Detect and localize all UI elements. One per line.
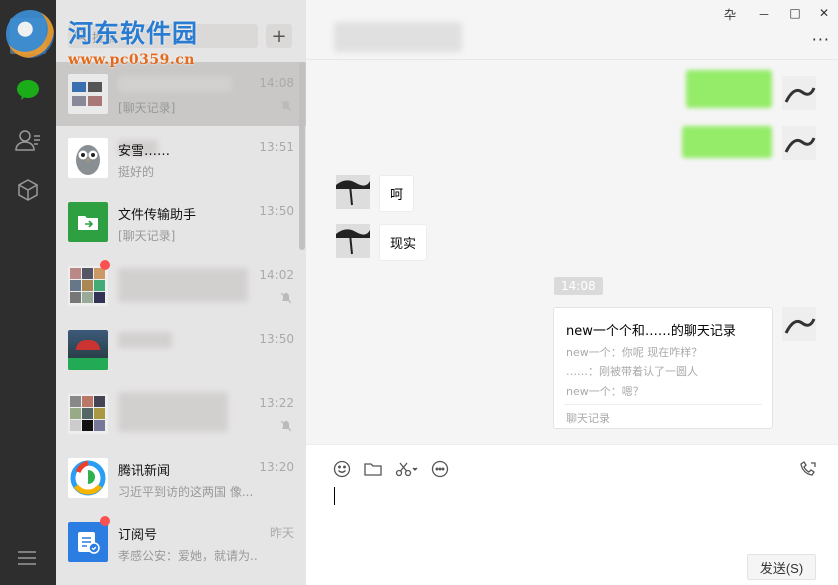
menu-icon[interactable] [16, 549, 38, 567]
chat-time: 昨天 [269, 526, 294, 540]
message-input-area[interactable]: 发送(S) [306, 444, 838, 585]
contact-avatar [336, 175, 370, 209]
chat-item[interactable]: 腾讯新闻 习近平到访的这两国 像... 13:20 [56, 446, 306, 510]
message-bubble-incoming[interactable]: 现实 [379, 224, 428, 261]
chat-item[interactable]: 订阅号 孝感公安：爱她，就请为... 昨天 [56, 510, 306, 574]
text-cursor [334, 487, 335, 505]
chat-item[interactable]: 文件传输助手 [聊天记录] 13:50 [56, 190, 306, 254]
search-input[interactable]: 搜索 [92, 29, 116, 46]
emoji-icon[interactable] [332, 459, 352, 479]
subscription-icon [68, 522, 108, 562]
my-avatar [782, 126, 816, 160]
chat-item[interactable]: 14:02 [56, 254, 306, 318]
add-chat-button[interactable]: + [266, 24, 292, 48]
file-transfer-icon [68, 202, 108, 242]
card-line: ……：刚被带着认了一圆人 [566, 365, 698, 378]
video-call-icon[interactable] [798, 459, 818, 479]
chat-name: 安雪…… [118, 144, 171, 159]
group-avatar [68, 74, 108, 114]
contact-avatar [336, 224, 370, 258]
unread-badge [100, 260, 110, 270]
more-button[interactable]: ··· [812, 30, 830, 49]
time-divider: 14:08 [554, 277, 603, 295]
message-bubble-incoming[interactable]: 呵 [379, 175, 415, 212]
chat-time: 14:08 [259, 76, 294, 90]
chat-time: 13:20 [259, 460, 294, 474]
close-button[interactable]: ✕ [814, 6, 834, 20]
title-redacted [334, 22, 462, 52]
tencent-news-icon [68, 458, 108, 498]
owl-avatar [68, 138, 108, 178]
chat-time: 13:51 [259, 140, 294, 154]
chat-list-panel: 搜索 + [聊天记录] 14:08 安雪…… 挺好的 13:51 文件传输助手 … [56, 0, 306, 585]
chat-preview: [聊天记录] [118, 101, 176, 115]
name-redacted [118, 76, 232, 92]
chat-time: 13:50 [259, 332, 294, 346]
search-icon [74, 29, 87, 45]
pin-button[interactable]: 卆 [720, 6, 740, 23]
list-scrollbar[interactable] [299, 62, 305, 250]
message-bubble-outgoing[interactable] [686, 70, 772, 108]
card-line: new一个：嗯？ [566, 385, 644, 398]
name-redacted [118, 332, 172, 348]
group-avatar [68, 266, 108, 306]
chat-item[interactable]: 13:50 [56, 318, 306, 382]
chat-time: 13:50 [259, 204, 294, 218]
card-footer: 聊天记录 [566, 412, 610, 425]
contact-avatar [68, 330, 108, 370]
chat-name: 腾讯新闻 [118, 464, 171, 479]
minimize-button[interactable]: － [754, 6, 774, 23]
chat-panel: 卆 － □ ✕ ··· 呵 现实 14:08 new一个个和……的聊天记录 ne… [306, 0, 838, 585]
search-box[interactable]: 搜索 [68, 24, 258, 48]
group-avatar [68, 394, 108, 434]
nav-bar [0, 0, 56, 585]
chat-time: 13:22 [259, 396, 294, 410]
chat-preview: 挺好的 [118, 165, 155, 179]
mute-icon [280, 420, 292, 435]
mute-icon [280, 100, 292, 115]
contacts-icon[interactable] [14, 126, 42, 154]
content-redacted [118, 392, 228, 432]
chat-item[interactable]: 13:22 [56, 382, 306, 446]
content-redacted [118, 268, 248, 302]
chat-time: 14:02 [259, 268, 294, 282]
chat-item[interactable]: 安雪…… 挺好的 13:51 [56, 126, 306, 190]
chat-preview: 习近平到访的这两国 像... [118, 485, 254, 499]
unread-badge [100, 516, 110, 526]
chat-name: 文件传输助手 [118, 208, 197, 223]
chat-item[interactable]: [聊天记录] 14:08 [56, 62, 306, 126]
chat-icon[interactable] [14, 76, 42, 104]
folder-icon[interactable] [363, 459, 383, 479]
send-button[interactable]: 发送(S) [747, 554, 816, 580]
card-divider [564, 404, 762, 405]
card-title: new一个个和……的聊天记录 [566, 324, 736, 339]
message-bubble-outgoing[interactable] [682, 126, 772, 158]
screenshot-icon[interactable] [394, 459, 420, 479]
my-avatar [782, 76, 816, 110]
user-avatar[interactable] [10, 18, 46, 54]
card-line: new一个：你呢 现在咋样？ [566, 346, 703, 359]
chat-bubble-icon[interactable] [430, 459, 450, 479]
maximize-button[interactable]: □ [785, 6, 805, 20]
chat-preview: 孝感公安：爱她，就请为... [118, 549, 258, 563]
mute-icon [280, 292, 292, 307]
chat-history-card[interactable]: new一个个和……的聊天记录 new一个：你呢 现在咋样？ ……：刚被带着认了一… [553, 307, 773, 429]
chat-header: 卆 － □ ✕ ··· [306, 0, 838, 60]
my-avatar [782, 307, 816, 341]
miniprogram-icon[interactable] [14, 176, 42, 204]
chat-name: 订阅号 [118, 528, 158, 543]
chat-preview: [聊天记录] [118, 229, 176, 243]
